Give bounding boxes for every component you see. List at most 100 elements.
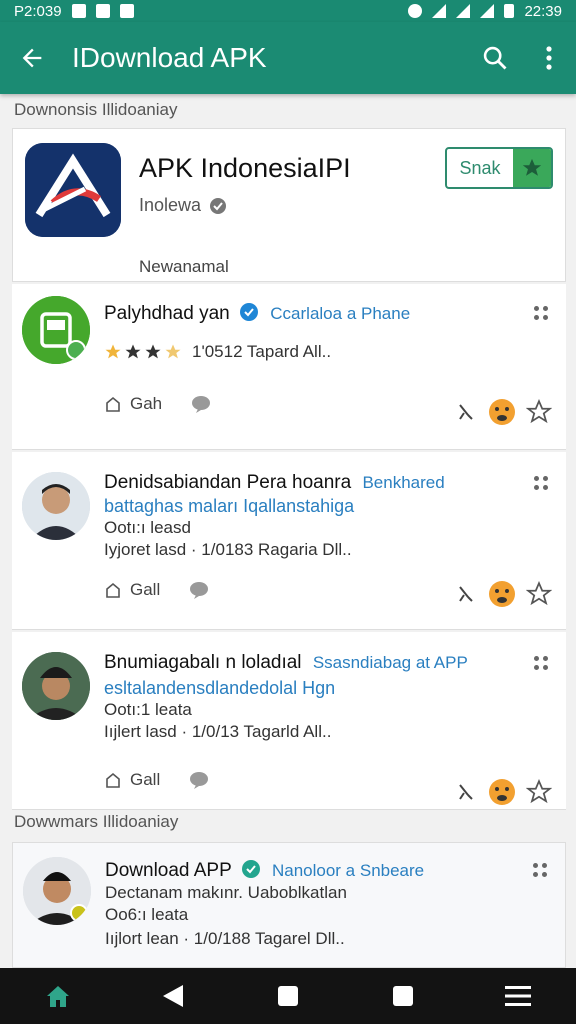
- post-meta: Iıjlert lasd · 1/0/13 Tagarld All..: [104, 722, 332, 741]
- more-dots-icon: [534, 656, 548, 670]
- star-full-icon: [125, 344, 141, 359]
- emoji-sad-icon[interactable]: [488, 778, 516, 806]
- app-subtitle: Newanamal: [139, 257, 229, 276]
- emoji-sad-icon[interactable]: [488, 580, 516, 608]
- post-meta: Iyjoret lasd · 1/0183 Ragaria Dll..: [104, 540, 352, 559]
- app-header-card[interactable]: APK IndonesiaIPI Inolewa Newanamal Snak: [12, 128, 566, 282]
- post-card[interactable]: Download APP Nanoloor a Snbeare Dectanam…: [12, 842, 566, 968]
- post-header: Palyhdhad yan Ccarlaloa a Phane: [104, 302, 410, 325]
- snak-button[interactable]: Snak: [445, 147, 553, 189]
- home-outline-icon[interactable]: [104, 395, 122, 413]
- post-link[interactable]: Benkhared: [362, 473, 444, 492]
- reaction-row: [456, 398, 552, 426]
- comment-icon[interactable]: [188, 770, 210, 790]
- arrow-left-icon: [22, 48, 42, 68]
- home-outline-icon[interactable]: [104, 771, 122, 789]
- star-full-icon: [145, 344, 161, 359]
- emoji-sad-icon[interactable]: [488, 398, 516, 426]
- back-button[interactable]: [0, 22, 64, 94]
- nav-recents[interactable]: [373, 968, 433, 1024]
- verified-badge-icon: [241, 860, 260, 878]
- share-icon[interactable]: [456, 781, 478, 803]
- more-options-button[interactable]: [533, 863, 547, 877]
- post-header: Denidsabiandan Pera hoanra Benkhared: [104, 472, 445, 494]
- edit-icon: [95, 4, 110, 18]
- star-outline-icon[interactable]: [526, 399, 552, 425]
- share-icon[interactable]: [456, 583, 478, 605]
- rating-row: 1'0512 Tapard All..: [104, 342, 331, 362]
- app-name: APK IndonesiaIPI: [139, 153, 351, 183]
- post-meta: Iıjlort lean · 1/0/188 Tagarel Dll..: [105, 929, 345, 948]
- nav-home[interactable]: [28, 968, 88, 1024]
- overflow-menu-button[interactable]: [522, 22, 576, 94]
- post-link[interactable]: Ssasndiabag at APP: [313, 653, 468, 672]
- nav-home-button[interactable]: [258, 968, 318, 1024]
- comment-icon[interactable]: [190, 394, 212, 414]
- wifi-icon: [432, 4, 447, 18]
- home-outline-icon[interactable]: [104, 581, 122, 599]
- more-dots-icon: [533, 863, 547, 877]
- verified-icon: [210, 197, 227, 214]
- action-label[interactable]: Gah: [130, 394, 162, 414]
- status-bar: P2:039 22:39: [0, 0, 576, 22]
- menu-icon: [505, 986, 532, 1006]
- post-line-2: Oo6:ı leata: [105, 905, 189, 924]
- star-full-icon: [105, 344, 121, 359]
- more-options-button[interactable]: [534, 656, 548, 670]
- user-avatar: [23, 857, 91, 925]
- more-options-button[interactable]: [534, 476, 548, 490]
- snak-label: Snak: [459, 157, 501, 178]
- status-time-right: 22:39: [524, 2, 562, 20]
- post-header: Download APP Nanoloor a Snbeare: [105, 859, 424, 882]
- back-triangle-icon: [162, 985, 183, 1007]
- settings-status-icon: [408, 4, 423, 18]
- battery-icon: [504, 4, 515, 18]
- star-outline-icon[interactable]: [526, 779, 552, 805]
- action-label[interactable]: Gall: [130, 580, 160, 600]
- signal-icon: [456, 4, 471, 18]
- app-logo: [25, 143, 121, 237]
- home-icon: [46, 986, 69, 1007]
- nav-menu[interactable]: [488, 968, 548, 1024]
- app-avatar: [22, 296, 90, 364]
- share-icon[interactable]: [456, 401, 478, 423]
- star-outline-icon[interactable]: [526, 581, 552, 607]
- post-link[interactable]: Nanoloor a Snbeare: [272, 861, 424, 880]
- post-line-2: Ootı:1 leata: [104, 700, 192, 719]
- star-half-icon: [165, 344, 181, 359]
- post-card[interactable]: Palyhdhad yan Ccarlaloa a Phane 1'0512 T…: [12, 284, 566, 450]
- reaction-row: [456, 778, 552, 806]
- post-link[interactable]: Ccarlaloa a Phane: [270, 304, 410, 323]
- post-meta: 1'0512 Tapard All..: [192, 342, 332, 361]
- verified-badge-icon: [240, 303, 258, 321]
- bottom-navigation: [0, 968, 576, 1024]
- search-button[interactable]: [468, 22, 522, 94]
- section-header: Dowwmars Illidoaniay: [14, 812, 179, 831]
- more-vertical-icon: [546, 46, 552, 70]
- post-author: Denidsabiandan Pera hoanra: [104, 472, 352, 493]
- post-actions: Gall: [104, 770, 210, 790]
- post-card[interactable]: Denidsabiandan Pera hoanra Benkhared bat…: [12, 452, 566, 630]
- developer-name: Inolewa: [139, 195, 202, 215]
- user-avatar: [22, 652, 90, 720]
- comment-icon[interactable]: [188, 580, 210, 600]
- post-author: Download APP: [105, 860, 232, 881]
- nav-back[interactable]: [143, 968, 203, 1024]
- post-line-1: esltalandensdlandedolal Hgn: [104, 678, 336, 698]
- more-options-button[interactable]: [534, 306, 548, 320]
- developer-row[interactable]: Inolewa: [139, 195, 227, 216]
- user-avatar: [22, 472, 90, 540]
- page-title: IDownload APK: [72, 42, 267, 73]
- file-icon: [119, 4, 134, 18]
- signal-icon-2: [480, 4, 495, 18]
- section-header: Downonsis Illidoaniay: [14, 100, 178, 119]
- search-icon: [483, 46, 507, 70]
- post-header: Bnumiagabalı n loladıal Ssasndiabag at A…: [104, 652, 468, 674]
- action-label[interactable]: Gall: [130, 770, 160, 790]
- post-author: Palyhdhad yan: [104, 303, 230, 324]
- more-dots-icon: [534, 306, 548, 320]
- post-line-2: Ootı:ı leasd: [104, 518, 191, 537]
- app-bar: IDownload APK: [0, 22, 576, 94]
- square-icon: [277, 986, 298, 1006]
- post-card[interactable]: Bnumiagabalı n loladıal Ssasndiabag at A…: [12, 632, 566, 810]
